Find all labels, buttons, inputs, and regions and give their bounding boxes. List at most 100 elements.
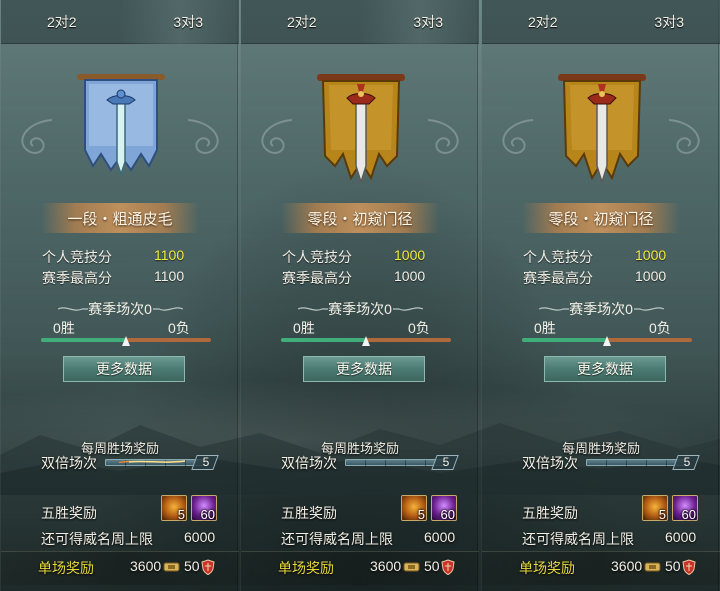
item-count: 60: [681, 507, 696, 522]
wins-count: 0胜: [293, 320, 315, 336]
single-reward-coins: 3600: [370, 558, 402, 574]
tab-2v2[interactable]: 2对2: [1, 0, 120, 44]
win-ratio-marker: [603, 336, 611, 346]
coin-icon: [403, 562, 420, 572]
bar-segment: [365, 460, 366, 467]
double-matches-bar: 5: [586, 455, 700, 470]
double-matches-bar: 5: [105, 455, 219, 470]
rank-name: 零段・初窥门径: [281, 203, 439, 233]
losses-count: 0负: [408, 320, 430, 336]
double-matches-label: 双倍场次: [281, 455, 337, 471]
shield-icon: [682, 559, 696, 575]
item-count: 60: [440, 507, 455, 522]
item-count: 5: [177, 507, 185, 522]
personal-score-label: 个人竞技分: [42, 249, 112, 265]
season-best-label: 赛季最高分: [523, 270, 593, 286]
cloud-ornament-left: [21, 119, 53, 154]
bar-segment: [425, 460, 426, 467]
five-win-reward-label: 五胜奖励: [522, 505, 578, 521]
single-reward-shield-count: 50: [665, 558, 681, 574]
gold-treasure-icon[interactable]: 5: [161, 495, 187, 522]
rank-panel-2: 2对2 3对3 零段・初窥门径 个人竞技分 1000 赛季最高分 1000 赛季…: [240, 0, 479, 591]
rank-panel-3: 2对2 3对3 零段・初窥门径 个人竞技分 1000 赛季最高分 1000 赛季…: [481, 0, 720, 591]
cloud-ornament-right: [668, 119, 700, 154]
tab-2v2[interactable]: 2对2: [482, 0, 601, 44]
personal-score-value: 1100: [154, 247, 185, 263]
gold-treasure-icon[interactable]: 5: [401, 495, 427, 522]
losses-count: 0负: [168, 320, 190, 336]
win-fill: [522, 338, 607, 342]
season-best-value: 1000: [394, 268, 426, 284]
tab-2v2[interactable]: 2对2: [241, 0, 360, 44]
divider-ornament-right: [634, 307, 664, 311]
double-matches-value: 5: [442, 455, 450, 469]
double-matches-label: 双倍场次: [522, 455, 578, 471]
item-count: 5: [658, 507, 666, 522]
divider-ornament-right: [393, 307, 423, 311]
coin-icon: [163, 562, 180, 572]
tab-3v3[interactable]: 3对3: [601, 0, 720, 44]
cloud-ornament-left: [261, 119, 293, 154]
wins-count: 0胜: [534, 320, 556, 336]
season-best-value: 1000: [635, 268, 667, 284]
single-reward-shield-count: 50: [184, 558, 200, 574]
more-data-button[interactable]: 更多数据: [63, 356, 185, 382]
personal-score-value: 1000: [394, 247, 426, 263]
season-best-label: 赛季最高分: [282, 270, 352, 286]
shield-icon: [441, 559, 455, 575]
more-data-button[interactable]: 更多数据: [303, 356, 425, 382]
cloud-ornament-right: [187, 119, 219, 154]
bar-segment: [405, 460, 406, 467]
purple-essence-icon[interactable]: 60: [431, 495, 457, 522]
item-count: 5: [417, 507, 425, 522]
personal-score-value: 1000: [635, 247, 667, 263]
weekly-cap-value: 6000: [424, 529, 456, 545]
purple-essence-icon[interactable]: 60: [672, 495, 698, 522]
mode-tabs: 2对2 3对3: [241, 0, 479, 44]
single-reward-label: 单场奖励: [38, 560, 94, 576]
fire-effect-icon: [119, 460, 189, 463]
personal-score-label: 个人竞技分: [523, 249, 593, 265]
weekly-cap-label: 还可得威名周上限: [41, 531, 153, 547]
rank-panel-1: 2对2 3对3 一段・粗通皮毛 个人竞技分 1100 赛季最高分 1100 赛季…: [0, 0, 239, 591]
more-data-button[interactable]: 更多数据: [544, 356, 666, 382]
bar-segment: [666, 460, 667, 467]
bar-segment: [626, 460, 627, 467]
tab-3v3[interactable]: 3对3: [120, 0, 239, 44]
single-reward-shield-count: 50: [424, 558, 440, 574]
mode-tabs: 2对2 3对3: [482, 0, 720, 44]
bar-segment: [606, 460, 607, 467]
rank-name: 零段・初窥门径: [522, 203, 680, 233]
double-track: [345, 459, 445, 467]
double-track: [586, 459, 686, 467]
weekly-cap-label: 还可得威名周上限: [522, 531, 634, 547]
personal-score-label: 个人竞技分: [282, 249, 352, 265]
coin-icon: [644, 562, 661, 572]
bar-segment: [646, 460, 647, 467]
five-win-reward-label: 五胜奖励: [41, 505, 97, 521]
single-reward-coins: 3600: [130, 558, 162, 574]
rank-banner-icon: [554, 70, 650, 188]
tab-3v3[interactable]: 3对3: [360, 0, 479, 44]
wins-count: 0胜: [53, 320, 75, 336]
double-matches-bar: 5: [345, 455, 459, 470]
win-ratio-marker: [362, 336, 370, 346]
weekly-cap-value: 6000: [184, 529, 216, 545]
gold-treasure-icon[interactable]: 5: [642, 495, 668, 522]
season-matches-label: 赛季场次0: [88, 301, 152, 317]
season-best-value: 1100: [154, 268, 185, 284]
shield-icon: [201, 559, 215, 575]
double-matches-label: 双倍场次: [41, 455, 97, 471]
purple-essence-icon[interactable]: 60: [191, 495, 217, 522]
mode-tabs: 2对2 3对3: [1, 0, 239, 44]
weekly-cap-value: 6000: [665, 529, 697, 545]
rank-banner-icon: [73, 70, 169, 188]
season-matches-label: 赛季场次0: [328, 301, 392, 317]
single-reward-label: 单场奖励: [278, 560, 334, 576]
rank-name: 一段・粗通皮毛: [41, 203, 199, 233]
win-fill: [41, 338, 126, 342]
win-fill: [281, 338, 366, 342]
divider-ornament-right: [153, 307, 183, 311]
win-ratio-marker: [122, 336, 130, 346]
rank-banner-icon: [313, 70, 409, 188]
